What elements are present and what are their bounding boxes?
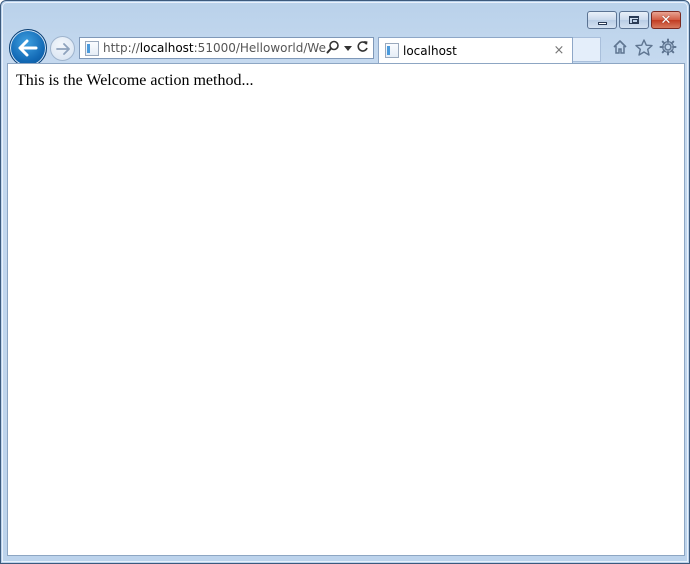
browser-window: ✕ http://localhost:51000/Helloworld/Welc… — [0, 0, 690, 564]
home-icon[interactable] — [611, 38, 629, 56]
minimize-button[interactable] — [587, 11, 617, 29]
forward-arrow-icon — [55, 42, 70, 55]
caption-buttons: ✕ — [587, 11, 681, 29]
star-icon[interactable] — [635, 38, 653, 56]
close-window-button[interactable]: ✕ — [651, 11, 681, 29]
url-prefix: http:// — [103, 41, 140, 55]
chevron-down-icon[interactable] — [344, 41, 352, 55]
maximize-button[interactable] — [619, 11, 649, 29]
url-host: localhost — [139, 41, 194, 55]
url-path: :51000/Helloworld/Welcome — [193, 41, 326, 55]
gear-icon[interactable] — [659, 38, 677, 56]
address-tools — [326, 40, 373, 57]
command-icons — [611, 38, 677, 56]
tab-page-icon — [385, 43, 399, 58]
tab-title: localhost — [403, 43, 457, 58]
back-arrow-icon — [18, 39, 38, 57]
search-icon[interactable] — [326, 40, 340, 57]
page-content: This is the Welcome action method... — [7, 63, 685, 556]
back-button[interactable] — [9, 29, 47, 67]
tab-close-icon[interactable]: × — [550, 44, 568, 57]
new-tab-button[interactable] — [573, 37, 601, 62]
restore-icon — [629, 16, 639, 24]
page-icon — [85, 40, 99, 56]
welcome-message: This is the Welcome action method... — [16, 72, 254, 89]
forward-button[interactable] — [50, 36, 75, 61]
minimize-icon — [597, 21, 607, 25]
refresh-icon[interactable] — [356, 40, 369, 56]
tab-localhost[interactable]: localhost × — [378, 37, 573, 63]
url-text[interactable]: http://localhost:51000/Helloworld/Welcom… — [103, 41, 326, 55]
close-icon: ✕ — [660, 12, 672, 28]
address-bar[interactable]: http://localhost:51000/Helloworld/Welcom… — [79, 37, 374, 59]
